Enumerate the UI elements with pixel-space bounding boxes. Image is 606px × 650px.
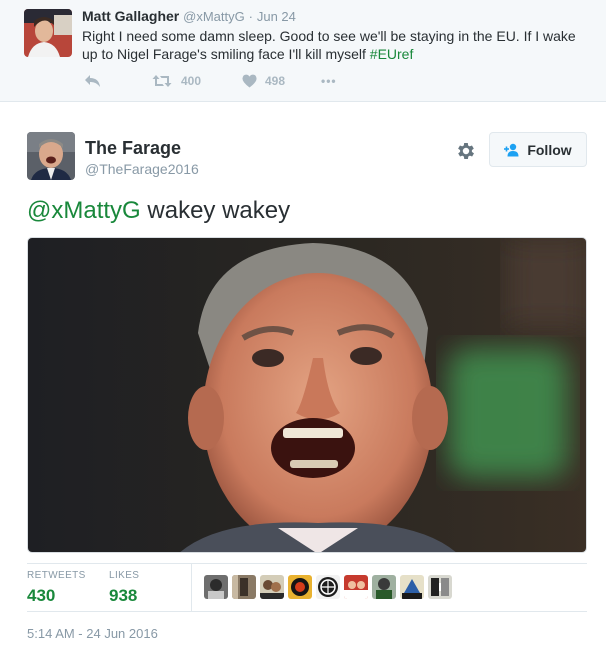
likes-stat[interactable]: LIKES 938 — [109, 570, 139, 606]
parent-tweet-text-body: Right I need some damn sleep. Good to se… — [82, 28, 576, 62]
likes-label: LIKES — [109, 570, 140, 581]
author-handle[interactable]: @TheFarage2016 — [85, 161, 199, 177]
follow-button-label: Follow — [527, 141, 572, 158]
gear-icon — [458, 143, 474, 159]
stats-top-divider — [27, 563, 587, 564]
tweet-text-body: wakey wakey — [140, 197, 291, 224]
retweets-stat[interactable]: RETWEETS 430 — [27, 570, 86, 606]
liker-avatar[interactable] — [316, 575, 340, 599]
retweet-icon — [152, 75, 172, 87]
stats-bottom-divider — [27, 611, 587, 612]
liker-avatar[interactable] — [372, 575, 396, 599]
hashtag-link[interactable]: #EUref — [370, 46, 414, 62]
more-button[interactable]: ••• — [321, 74, 337, 88]
stats-vertical-divider — [191, 563, 192, 611]
settings-button[interactable] — [455, 140, 477, 162]
author-avatar[interactable] — [27, 132, 75, 180]
likes-count: 938 — [109, 586, 138, 605]
liker-avatar[interactable] — [204, 575, 228, 599]
parent-author-avatar[interactable] — [24, 9, 72, 57]
liker-avatar[interactable] — [428, 575, 452, 599]
author-name[interactable]: The Farage — [85, 138, 181, 159]
retweet-button[interactable]: 400 — [152, 74, 242, 88]
parent-like-count: 498 — [265, 74, 286, 88]
parent-retweet-count: 400 — [181, 74, 202, 88]
parent-tweet-date[interactable]: Jun 24 — [257, 9, 296, 24]
reply-icon — [85, 75, 100, 87]
parent-author-handle[interactable]: @xMattyG — [183, 9, 245, 24]
parent-tweet-text: Right I need some damn sleep. Good to se… — [82, 27, 592, 63]
parent-tweet[interactable]: Matt Gallagher @xMattyG · Jun 24 Right I… — [0, 0, 606, 102]
liker-avatar[interactable] — [288, 575, 312, 599]
parent-author-name[interactable]: Matt Gallagher — [82, 8, 179, 24]
more-icon: ••• — [321, 74, 337, 88]
tweet-text: @xMattyG wakey wakey — [27, 196, 290, 226]
like-button[interactable]: 498 — [242, 74, 321, 88]
heart-icon — [242, 74, 257, 88]
follow-person-icon — [504, 143, 519, 156]
retweets-label: RETWEETS — [27, 570, 86, 581]
follow-button[interactable]: Follow — [489, 132, 587, 167]
retweets-count: 430 — [27, 586, 56, 605]
liker-avatars — [204, 575, 452, 599]
tweet-photo[interactable] — [27, 237, 587, 553]
tweet-timestamp[interactable]: 5:14 AM - 24 Jun 2016 — [27, 626, 158, 641]
liker-avatar[interactable] — [232, 575, 256, 599]
parent-header-separator: · — [248, 9, 253, 24]
parent-tweet-actions: 400 498 ••• — [84, 72, 337, 90]
liker-avatar[interactable] — [260, 575, 284, 599]
liker-avatar[interactable] — [400, 575, 424, 599]
parent-tweet-header: Matt Gallagher @xMattyG · Jun 24 — [82, 8, 296, 24]
liker-avatar[interactable] — [344, 575, 368, 599]
mention-link[interactable]: @xMattyG — [27, 197, 141, 224]
reply-button[interactable] — [84, 74, 152, 88]
